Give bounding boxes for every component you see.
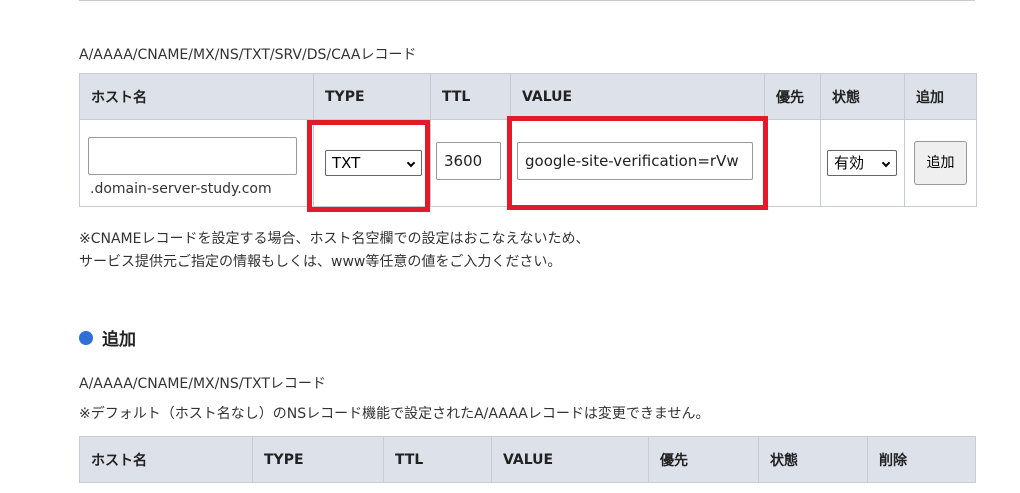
cname-note-line2: サービス提供元ご指定の情報もしくは、www等任意の値をご入力ください。 xyxy=(79,254,562,270)
col-header-value: VALUE xyxy=(491,436,649,483)
col-header-ttl: TTL xyxy=(383,436,492,483)
existing-records-table: ホスト名 TYPE TTL VALUE 優先 状態 削除 xyxy=(79,436,976,483)
col-header-status: 状態 xyxy=(820,73,905,120)
col-header-host: ホスト名 xyxy=(79,73,314,120)
cname-note-line1: ※CNAMEレコードを設定する場合、ホスト名空欄での設定はおこなえないため、 xyxy=(79,231,590,247)
col-header-status: 状態 xyxy=(758,436,868,483)
col-header-value: VALUE xyxy=(510,73,765,120)
table-header-row: ホスト名 TYPE TTL VALUE 優先 状態 削除 xyxy=(79,436,976,483)
status-select-value: 有効 xyxy=(834,154,865,172)
priority-cell xyxy=(764,119,821,207)
col-header-delete: 削除 xyxy=(867,436,976,483)
domain-suffix: .domain-server-study.com xyxy=(90,181,272,197)
default-ns-note: ※デフォルト（ホスト名なし）のNSレコード機能で設定されたA/AAAAレコードは… xyxy=(79,406,710,422)
added-record-types-caption: A/AAAA/CNAME/MX/NS/TXTレコード xyxy=(79,376,326,392)
table-header-row: ホスト名 TYPE TTL VALUE 優先 状態 追加 xyxy=(79,73,977,120)
ttl-cell: 3600 xyxy=(430,119,511,207)
chevron-down-icon xyxy=(881,158,891,168)
host-name-input[interactable] xyxy=(88,137,297,175)
col-header-type: TYPE xyxy=(313,73,431,120)
add-cell: 追加 xyxy=(904,119,977,207)
bullet-icon xyxy=(79,330,93,345)
col-header-ttl: TTL xyxy=(430,73,511,120)
record-types-caption: A/AAAA/CNAME/MX/NS/TXT/SRV/DS/CAAレコード xyxy=(79,47,417,63)
col-header-type: TYPE xyxy=(252,436,384,483)
section-title: 追加 xyxy=(102,330,136,350)
top-divider xyxy=(79,0,975,1)
col-header-host: ホスト名 xyxy=(79,436,253,483)
section-heading-added: 追加 xyxy=(79,325,136,350)
ttl-input[interactable]: 3600 xyxy=(436,142,501,180)
add-button[interactable]: 追加 xyxy=(914,141,967,185)
col-header-add: 追加 xyxy=(904,73,977,120)
status-select[interactable]: 有効 xyxy=(827,150,897,176)
col-header-priority: 優先 xyxy=(764,73,821,120)
status-cell: 有効 xyxy=(820,119,905,207)
host-cell: .domain-server-study.com xyxy=(79,119,314,207)
type-highlight-box xyxy=(307,120,430,212)
col-header-priority: 優先 xyxy=(648,436,759,483)
value-highlight-box xyxy=(507,116,768,210)
